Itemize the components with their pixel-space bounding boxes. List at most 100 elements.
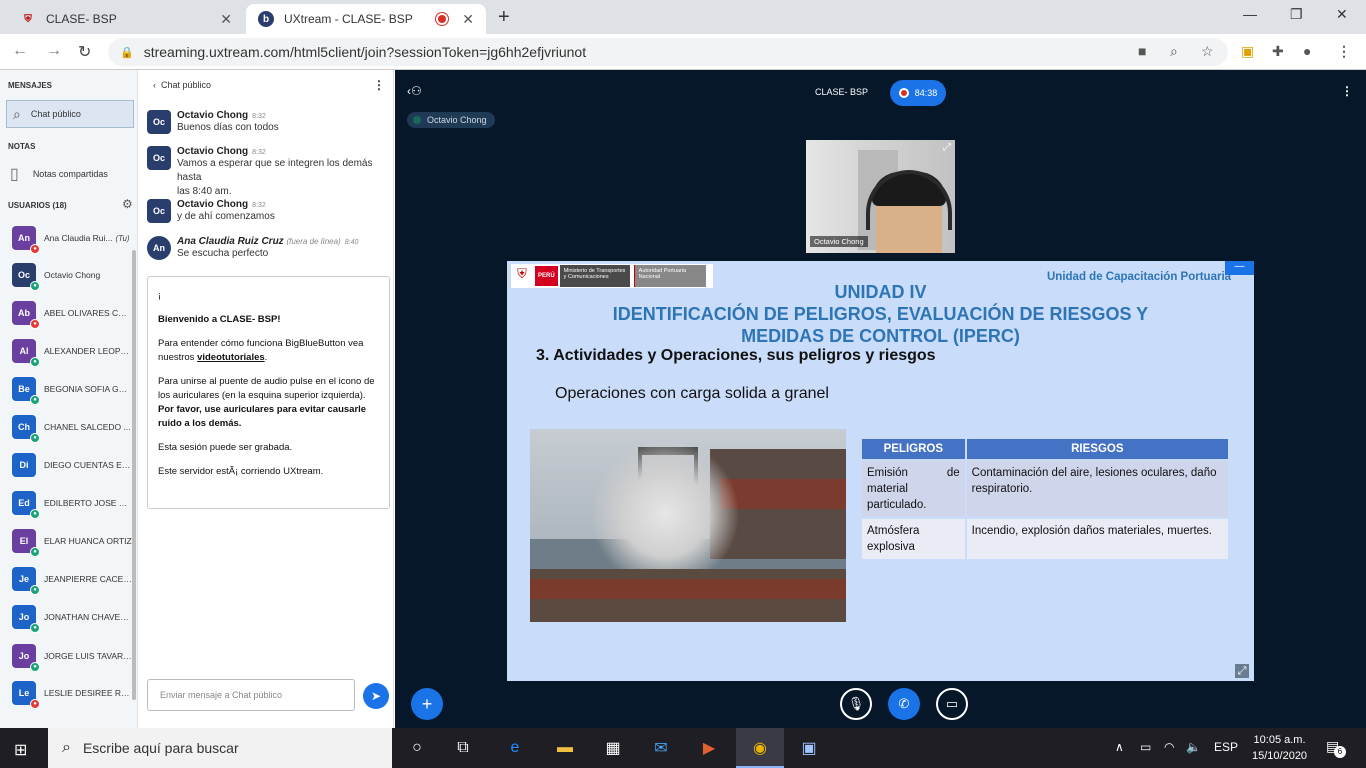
user-name: EDILBERTO JOSE VI... xyxy=(44,498,132,508)
video-tutorials-link[interactable]: videotutoriales xyxy=(197,352,265,363)
message-text: Se escucha perfecto xyxy=(177,248,269,259)
forward-arrow-icon[interactable]: → xyxy=(46,42,62,60)
listen-icon: ● xyxy=(30,623,40,633)
toggle-userlist-icon[interactable]: ‹⚇ xyxy=(407,84,422,98)
gear-icon[interactable]: ⚙ xyxy=(122,197,133,211)
language-indicator[interactable]: ESP xyxy=(1214,740,1238,754)
options-menu-icon[interactable]: ⋮ xyxy=(1341,84,1353,98)
users-panel: MENSAJES ⌕ Chat público NOTAS ▯ Notas co… xyxy=(0,70,138,728)
user-list-item[interactable]: Ch ● CHANEL SALCEDO ... xyxy=(12,415,136,443)
user-list-item[interactable]: El ● ELAR HUANCA ORTIZ xyxy=(12,529,136,557)
network-app-icon[interactable]: ▣ xyxy=(796,736,822,760)
you-tag: (Tu) xyxy=(115,233,130,243)
avatar: An xyxy=(147,236,171,260)
user-list-item[interactable]: Jo ● JORGE LUIS TAVARA... xyxy=(12,644,136,672)
user-list-item[interactable]: Be ● BEGONIA SOFIA GO... xyxy=(12,377,136,405)
windows-taskbar: ⊞ ⌕ Escribe aquí para buscar ○ ⧉ e ▬ ▦ ✉… xyxy=(0,728,1366,768)
mute-button[interactable]: 🎙 xyxy=(840,688,872,720)
store-icon[interactable]: ▦ xyxy=(600,736,626,760)
chat-message-input[interactable] xyxy=(147,679,355,711)
close-window-icon[interactable]: ✕ xyxy=(1336,6,1348,23)
cortana-icon[interactable]: ○ xyxy=(404,736,430,760)
user-list-item[interactable]: An ● Ana Claudia Rui... (Tu) xyxy=(12,226,136,254)
taskbar-search[interactable]: ⌕ Escribe aquí para buscar xyxy=(48,728,392,768)
avatar-initials: Jo xyxy=(18,651,30,661)
user-list-item[interactable]: Di DIEGO CUENTAS ELI... xyxy=(12,453,136,477)
message-time: 8:32 xyxy=(252,149,266,156)
avatar: El ● xyxy=(12,529,40,557)
tab-clase-bsp[interactable]: ⛨ CLASE- BSP ✕ xyxy=(8,4,244,34)
close-tab-icon[interactable]: ✕ xyxy=(220,11,232,28)
slide-heading: 3. Actividades y Operaciones, sus peligr… xyxy=(536,347,936,364)
user-name: ALEXANDER LEOPO... xyxy=(44,346,132,356)
recording-timer[interactable]: 84:38 xyxy=(890,80,946,106)
message-time: 8:32 xyxy=(252,202,266,209)
table-header: RIESGOS xyxy=(966,439,1228,459)
edge-icon[interactable]: e xyxy=(502,736,528,760)
avatar: Je ● xyxy=(12,567,40,595)
send-message-button[interactable]: ➤ xyxy=(363,683,389,709)
back-arrow-icon[interactable]: ← xyxy=(12,42,28,60)
listen-icon: ● xyxy=(30,433,40,443)
avatar: Oc ● xyxy=(12,263,40,291)
restore-window-icon[interactable]: ❐ xyxy=(1290,6,1303,23)
zoom-icon[interactable]: ⌕ xyxy=(1170,43,1178,60)
task-view-icon[interactable]: ⧉ xyxy=(450,736,476,760)
shared-notes-label: Notas compartidas xyxy=(32,169,108,179)
reload-icon[interactable]: ↻ xyxy=(78,42,91,62)
user-list-item[interactable]: Ed ● EDILBERTO JOSE VI... xyxy=(12,491,136,519)
volume-icon[interactable]: 🔈 xyxy=(1186,740,1201,754)
extensions-puzzle-icon[interactable]: ✚ xyxy=(1272,43,1284,60)
windows-start-icon[interactable]: ⊞ xyxy=(14,740,27,760)
close-tab-icon[interactable]: ✕ xyxy=(462,11,474,28)
fullscreen-icon[interactable]: ⤢ xyxy=(1235,664,1249,678)
file-explorer-icon[interactable]: ▬ xyxy=(552,736,578,760)
chat-options-icon[interactable]: ⋮ xyxy=(373,78,385,92)
battery-icon[interactable]: ▭ xyxy=(1140,740,1151,754)
webcam-video[interactable]: Octavio Chong ⤢ xyxy=(806,140,955,253)
user-list-item[interactable]: Al ● ALEXANDER LEOPO... xyxy=(12,339,136,367)
profile-avatar-icon[interactable]: ● xyxy=(1303,43,1311,59)
actions-plus-button[interactable]: + xyxy=(411,688,443,720)
taskbar-clock[interactable]: 10:05 a.m. 15/10/2020 xyxy=(1252,732,1307,764)
users-scrollbar[interactable] xyxy=(132,250,136,700)
shared-notes-item[interactable]: ▯ Notas compartidas xyxy=(10,164,108,184)
user-list-item[interactable]: Je ● JEANPIERRE CACER... xyxy=(12,567,136,595)
messages-section-label: MENSAJES xyxy=(8,81,53,90)
avatar-initials: An xyxy=(153,243,165,253)
share-webcam-button[interactable]: ▭ xyxy=(936,688,968,720)
notification-center-icon[interactable]: ▤ 6 xyxy=(1326,738,1346,758)
browser-menu-icon[interactable]: ⋮ xyxy=(1337,43,1351,60)
listen-icon: ● xyxy=(30,585,40,595)
user-list-item[interactable]: Ab ● ABEL OLIVARES CAR... xyxy=(12,301,136,329)
avatar-initials: Di xyxy=(19,460,29,470)
camera-icon[interactable]: ■ xyxy=(1138,43,1146,59)
show-hidden-icons-chevron-icon[interactable]: ∧ xyxy=(1115,740,1124,754)
extension-notes-icon[interactable]: ▣ xyxy=(1241,43,1254,60)
user-list-item[interactable]: Jo ● JONATHAN CHAVEZ... xyxy=(12,605,136,633)
tab-uxtream[interactable]: b UXtream - CLASE- BSP ✕ xyxy=(246,4,486,34)
public-chat-item[interactable]: ⌕ Chat público xyxy=(6,100,134,128)
tab-title: CLASE- BSP xyxy=(46,12,117,26)
chat-header[interactable]: ‹ Chat público xyxy=(153,80,211,90)
chrome-icon[interactable]: ◉ xyxy=(747,736,773,760)
fullscreen-icon[interactable]: ⤢ xyxy=(943,142,951,153)
clock-time: 10:05 a.m. xyxy=(1253,734,1306,746)
url-field[interactable]: 🔒 streaming.uxtream.com/html5client/join… xyxy=(108,38,1228,66)
message-time: 8:32 xyxy=(252,113,266,120)
chat-panel: ‹ Chat público ⋮ Oc Octavio Chong 8:32 Bu… xyxy=(139,70,394,728)
bookmark-star-icon[interactable]: ☆ xyxy=(1201,43,1214,60)
new-tab-button[interactable]: + xyxy=(498,6,510,29)
avatar-initials: Oc xyxy=(17,270,30,280)
avatar: Be ● xyxy=(12,377,40,405)
wifi-icon[interactable]: ◠ xyxy=(1164,740,1174,754)
media-player-icon[interactable]: ▶ xyxy=(696,736,722,760)
user-list-item[interactable]: Le ● LESLIE DESIREE RO... xyxy=(12,681,136,709)
presentation-stage: ‹⚇ CLASE- BSP 84:38 ⋮ Octavio Chong Octa… xyxy=(395,70,1366,728)
leave-audio-button[interactable]: ✆ xyxy=(888,688,920,720)
minimize-presentation-button[interactable]: — xyxy=(1225,261,1254,275)
recording-icon xyxy=(898,88,909,98)
user-list-item[interactable]: Oc ● Octavio Chong xyxy=(12,263,136,291)
minimize-window-icon[interactable]: — xyxy=(1243,6,1257,22)
mail-icon[interactable]: ✉ xyxy=(648,736,674,760)
